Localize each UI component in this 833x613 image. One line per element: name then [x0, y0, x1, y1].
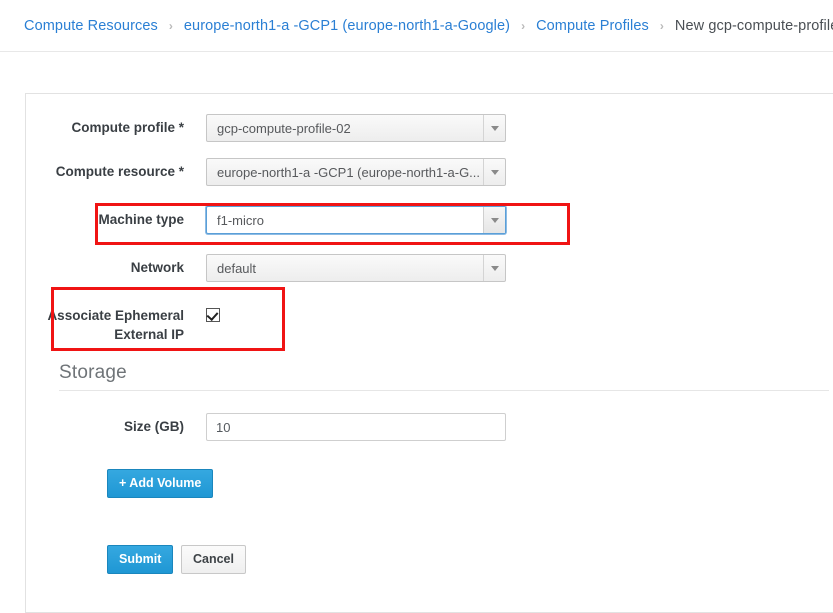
network-select[interactable]: default: [206, 254, 506, 282]
compute-resource-select[interactable]: europe-north1-a -GCP1 (europe-north1-a-G…: [206, 158, 506, 186]
machine-type-label: Machine type: [26, 206, 206, 228]
add-volume-block: + Add Volume: [107, 469, 833, 498]
compute-attributes-form: Compute profile * gcp-compute-profile-02…: [26, 94, 833, 574]
breadcrumb-separator-icon: ›: [169, 19, 173, 33]
associate-ephemeral-external-ip-label-line1: Associate Ephemeral: [26, 306, 184, 325]
compute-profile-label: Compute profile *: [26, 114, 206, 136]
chevron-down-icon[interactable]: [483, 159, 505, 185]
breadcrumb-item-current: New gcp-compute-profile-: [675, 18, 833, 34]
network-selected-value: default: [207, 261, 483, 276]
form-actions: Submit Cancel: [107, 545, 833, 574]
breadcrumb-separator-icon: ›: [521, 19, 525, 33]
breadcrumb-item-compute-resource[interactable]: europe-north1-a -GCP1 (europe-north1-a-G…: [184, 18, 510, 34]
field-row-compute-resource: Compute resource * europe-north1-a -GCP1…: [26, 158, 833, 186]
breadcrumb-item-compute-profiles[interactable]: Compute Profiles: [536, 18, 649, 34]
breadcrumb-separator-icon: ›: [660, 19, 664, 33]
network-control: default: [206, 254, 506, 282]
compute-profile-select[interactable]: gcp-compute-profile-02: [206, 114, 506, 142]
machine-type-selected-value: f1-micro: [207, 213, 483, 228]
chevron-down-icon[interactable]: [483, 115, 505, 141]
compute-profile-panel: Compute profile * gcp-compute-profile-02…: [25, 93, 833, 613]
compute-resource-label: Compute resource *: [26, 158, 206, 180]
field-row-associate-ephemeral-external-ip: Associate Ephemeral External IP: [26, 304, 833, 344]
breadcrumb: Compute Resources › europe-north1-a -GCP…: [0, 0, 833, 52]
add-volume-button[interactable]: + Add Volume: [107, 469, 213, 498]
machine-type-select[interactable]: f1-micro: [206, 206, 506, 234]
field-row-compute-profile: Compute profile * gcp-compute-profile-02: [26, 114, 833, 142]
associate-ephemeral-external-ip-label: Associate Ephemeral External IP: [26, 304, 206, 344]
field-row-machine-type: Machine type f1-micro: [26, 206, 833, 234]
submit-button[interactable]: Submit: [107, 545, 173, 574]
machine-type-control: f1-micro: [206, 206, 506, 234]
field-row-network: Network default: [26, 254, 833, 282]
field-row-size: Size (GB): [26, 413, 833, 441]
storage-section-title: Storage: [59, 362, 127, 383]
network-label: Network: [26, 254, 206, 276]
chevron-down-icon[interactable]: [483, 255, 505, 281]
associate-ephemeral-external-ip-checkbox[interactable]: [206, 308, 220, 322]
size-input[interactable]: [206, 413, 506, 441]
size-control: [206, 413, 506, 441]
compute-resource-selected-value: europe-north1-a -GCP1 (europe-north1-a-G…: [207, 165, 483, 180]
size-label: Size (GB): [26, 413, 206, 435]
associate-ephemeral-external-ip-label-line2: External IP: [26, 325, 184, 344]
compute-resource-control: europe-north1-a -GCP1 (europe-north1-a-G…: [206, 158, 506, 186]
storage-section-header: Storage: [59, 362, 829, 391]
compute-profile-selected-value: gcp-compute-profile-02: [207, 121, 483, 136]
cancel-button[interactable]: Cancel: [181, 545, 246, 574]
compute-profile-control: gcp-compute-profile-02: [206, 114, 506, 142]
breadcrumb-item-compute-resources[interactable]: Compute Resources: [24, 18, 158, 34]
chevron-down-icon[interactable]: [483, 207, 505, 233]
associate-ephemeral-external-ip-control: [206, 304, 506, 325]
